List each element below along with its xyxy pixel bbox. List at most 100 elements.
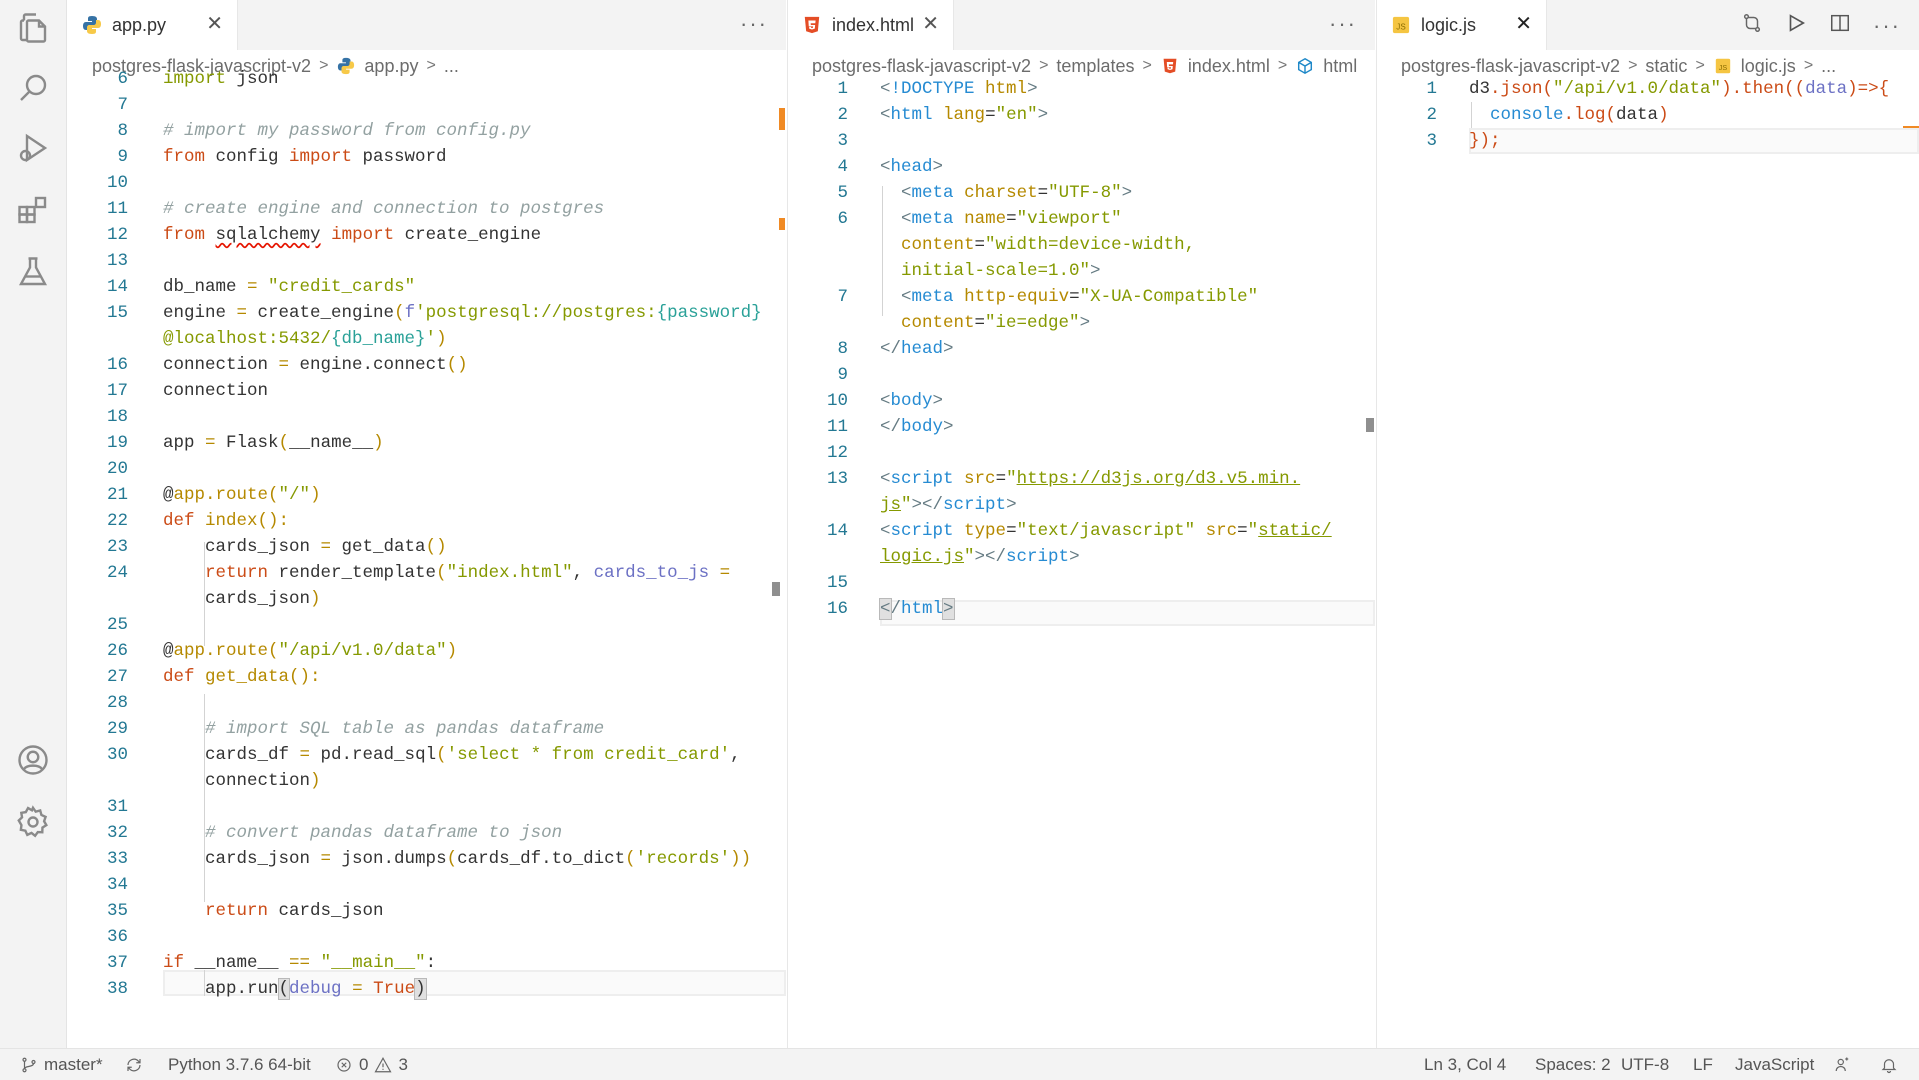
encoding-label: UTF-8 bbox=[1621, 1055, 1670, 1074]
tab-logic-js[interactable]: JS logic.js ✕ bbox=[1377, 0, 1547, 50]
tab-label: app.py bbox=[112, 14, 167, 35]
warning-count: 3 bbox=[398, 1055, 408, 1074]
modified-marker bbox=[779, 108, 785, 130]
code-line-wrapped: initial-scale=1.0"> bbox=[901, 261, 1101, 281]
testing-icon[interactable] bbox=[13, 252, 53, 292]
code-line: engine = create_engine(f'postgresql://po… bbox=[163, 303, 762, 323]
branch-status[interactable]: master* bbox=[20, 1049, 103, 1080]
close-icon[interactable]: ✕ bbox=[922, 14, 939, 34]
encoding[interactable]: UTF-8 bbox=[1621, 1049, 1669, 1080]
line-number: 11 bbox=[826, 417, 848, 437]
account-icon[interactable] bbox=[13, 740, 53, 780]
breadcrumb-item-folder[interactable]: templates bbox=[1056, 56, 1134, 77]
breadcrumb-item-folder[interactable]: postgres-flask-javascript-v2 bbox=[1401, 56, 1620, 77]
tab-bar: index.html ✕ ··· bbox=[788, 0, 1375, 50]
modified-marker bbox=[1903, 126, 1919, 128]
branch-name: master* bbox=[44, 1055, 103, 1074]
code-editor-index-html[interactable]: 1 <!DOCTYPE html> 2 <html lang="en"> 3 4… bbox=[788, 79, 1375, 1048]
line-number: 9 bbox=[117, 147, 128, 167]
language-mode[interactable]: JavaScript bbox=[1735, 1049, 1814, 1080]
warning-icon bbox=[374, 1057, 392, 1073]
line-number: 15 bbox=[106, 303, 128, 323]
open-changes-icon[interactable] bbox=[1741, 12, 1763, 39]
code-line: </html> bbox=[879, 598, 955, 620]
code-line: <meta http-equiv="X-UA-Compatible" bbox=[901, 287, 1259, 307]
code-line: <html lang="en"> bbox=[880, 105, 1049, 125]
extensions-icon[interactable] bbox=[13, 190, 53, 230]
breadcrumb-item-file[interactable]: index.html bbox=[1188, 56, 1270, 77]
code-line: </body> bbox=[880, 417, 954, 437]
search-icon[interactable] bbox=[13, 68, 53, 108]
line-number: 6 bbox=[837, 209, 848, 229]
files-icon[interactable] bbox=[13, 8, 53, 48]
activity-bar bbox=[0, 0, 67, 1048]
code-line: @app.route("/api/v1.0/data") bbox=[163, 641, 458, 661]
html5-file-icon bbox=[1160, 56, 1180, 76]
indentation-label: Spaces: 2 bbox=[1535, 1055, 1611, 1074]
code-line: <script src="https://d3js.org/d3.v5.min. bbox=[880, 469, 1301, 489]
line-number: 24 bbox=[106, 563, 128, 583]
problems-status[interactable]: 0 3 bbox=[335, 1049, 408, 1080]
tab-label: logic.js bbox=[1421, 14, 1477, 35]
line-number: 18 bbox=[106, 407, 128, 427]
code-line: </head> bbox=[880, 339, 954, 359]
run-icon[interactable] bbox=[1785, 12, 1807, 39]
line-number: 28 bbox=[106, 693, 128, 713]
code-line: <!DOCTYPE html> bbox=[880, 79, 1038, 99]
feedback-button[interactable] bbox=[1834, 1049, 1852, 1080]
line-number: 14 bbox=[826, 521, 848, 541]
line-number: 8 bbox=[837, 339, 848, 359]
error-count: 0 bbox=[359, 1055, 369, 1074]
tab-index-html[interactable]: index.html ✕ bbox=[788, 0, 954, 50]
breadcrumb-item-folder[interactable]: static bbox=[1645, 56, 1687, 77]
line-number: 22 bbox=[106, 511, 128, 531]
code-editor-logic-js[interactable]: 1 d3.json("/api/v1.0/data").then((data)=… bbox=[1377, 79, 1919, 1048]
more-actions-icon[interactable]: ··· bbox=[1873, 13, 1901, 38]
chevron-right-icon: > bbox=[1142, 57, 1152, 74]
tab-label: index.html bbox=[832, 14, 915, 35]
more-actions-icon[interactable]: ··· bbox=[1329, 12, 1357, 36]
chevron-right-icon: > bbox=[1803, 57, 1814, 74]
run-debug-icon[interactable] bbox=[13, 128, 53, 168]
tab-bar: app.py ✕ ··· bbox=[68, 0, 786, 50]
language-label: JavaScript bbox=[1735, 1055, 1815, 1074]
breadcrumb-item-file[interactable]: logic.js bbox=[1741, 56, 1796, 77]
code-line: from sqlalchemy import create_engine bbox=[163, 225, 542, 245]
sync-button[interactable] bbox=[125, 1049, 143, 1080]
more-actions-icon[interactable]: ··· bbox=[740, 12, 768, 36]
code-line: <meta name="viewport" bbox=[901, 209, 1122, 229]
settings-gear-icon[interactable] bbox=[13, 802, 53, 842]
interpreter-label: Python 3.7.6 64-bit bbox=[168, 1055, 311, 1074]
close-icon[interactable]: ✕ bbox=[1515, 14, 1532, 34]
line-number: 20 bbox=[106, 459, 128, 479]
notifications-button[interactable] bbox=[1880, 1049, 1898, 1080]
python-file-icon bbox=[82, 15, 102, 35]
breadcrumb-item-symbol[interactable]: html bbox=[1323, 56, 1357, 77]
line-number: 2 bbox=[837, 105, 848, 125]
line-number: 37 bbox=[106, 953, 128, 973]
line-number: 23 bbox=[106, 537, 128, 557]
code-line-wrapped: content="ie=edge"> bbox=[901, 313, 1091, 333]
breadcrumb-item-symbol[interactable]: ... bbox=[1821, 56, 1836, 77]
line-number: 3 bbox=[1426, 131, 1437, 151]
line-number: 1 bbox=[1426, 79, 1437, 99]
end-of-line[interactable]: LF bbox=[1693, 1049, 1713, 1080]
code-line: connection = engine.connect() bbox=[163, 355, 468, 375]
split-editor-icon[interactable] bbox=[1829, 12, 1851, 39]
indentation[interactable]: Spaces: 2 bbox=[1535, 1049, 1611, 1080]
line-number: 3 bbox=[837, 131, 848, 151]
breadcrumb-item-folder[interactable]: postgres-flask-javascript-v2 bbox=[812, 56, 1031, 77]
tab-app-py[interactable]: app.py ✕ bbox=[68, 0, 238, 50]
cursor-position[interactable]: Ln 3, Col 4 bbox=[1424, 1049, 1506, 1080]
close-icon[interactable]: ✕ bbox=[206, 14, 223, 34]
line-number: 7 bbox=[837, 287, 848, 307]
code-editor-app-py[interactable]: 6 import json 7 8 # import my password f… bbox=[68, 69, 786, 1048]
line-number: 19 bbox=[106, 433, 128, 453]
line-number: 12 bbox=[826, 443, 848, 463]
line-number: 12 bbox=[106, 225, 128, 245]
code-line: def index(): bbox=[163, 511, 290, 531]
line-number: 9 bbox=[837, 365, 848, 385]
python-interpreter[interactable]: Python 3.7.6 64-bit bbox=[168, 1049, 311, 1080]
chevron-right-icon: > bbox=[1628, 57, 1638, 74]
code-line: console.log(data) bbox=[1490, 105, 1669, 125]
